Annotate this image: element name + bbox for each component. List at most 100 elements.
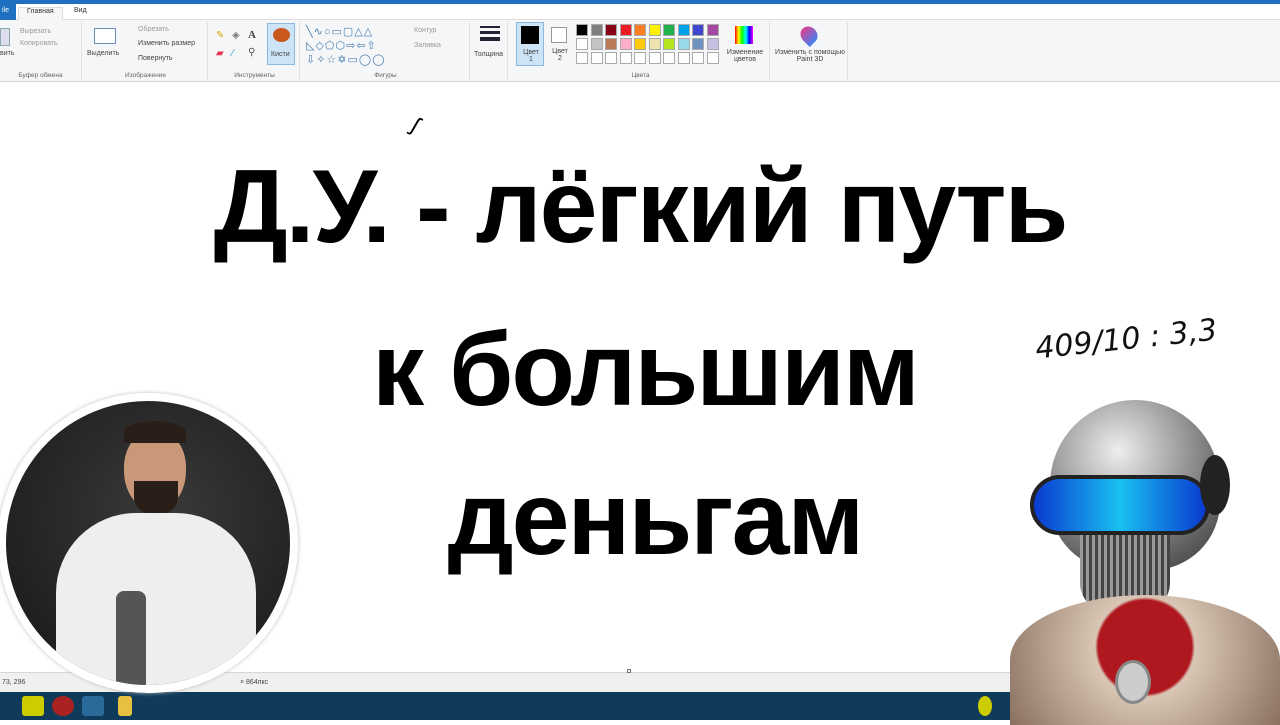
paint3d-label: Изменить с помощью Paint 3D [774, 49, 845, 63]
color2-swatch [551, 27, 567, 43]
resize-handle[interactable] [627, 669, 631, 673]
paint3d-icon [796, 22, 822, 48]
color-swatch[interactable] [619, 38, 632, 50]
crop-button[interactable]: Обрезать [138, 26, 169, 33]
copy-button[interactable]: Копировать [20, 40, 58, 47]
cursor-position: 73, 296 [2, 679, 26, 686]
cut-button[interactable]: Вырезать [20, 28, 51, 35]
robot-goggles [1030, 475, 1210, 535]
color-swatch[interactable] [605, 52, 617, 64]
color-swatch[interactable] [706, 52, 719, 64]
pencil-icon[interactable]: ✎ [216, 30, 224, 41]
size-icon [480, 26, 500, 28]
color-swatch[interactable] [576, 38, 588, 50]
clipboard-label: Буфер обмена [18, 72, 63, 79]
paste-icon [0, 28, 10, 46]
headline-line1: Д.У. - лёгкий путь [213, 149, 1069, 265]
brushes-button[interactable]: Кисти [267, 23, 295, 65]
microphone [116, 591, 146, 685]
shapes-row2-icons[interactable]: ◺◇⬠⬡⇨⇦⇧ [306, 39, 377, 52]
color-swatch[interactable] [648, 52, 661, 64]
edit-colors-icon[interactable] [735, 26, 753, 44]
shapes-row1-icons[interactable]: ╲∿○▭▢△△ [306, 25, 373, 38]
color-picker-icon[interactable]: ⁄ [232, 48, 234, 59]
color2-button[interactable]: Цвет 2 [547, 22, 573, 66]
clipboard-group: вить Вырезать Копировать Буфер обмена [0, 22, 82, 80]
taskbar-folder-icon[interactable] [118, 696, 132, 716]
presenter-beard [134, 481, 178, 515]
tab-file[interactable]: ile [0, 4, 16, 20]
text-icon[interactable]: A [248, 29, 256, 41]
paint3d-button[interactable]: Изменить с помощью Paint 3D [772, 22, 848, 80]
color1-label: Цвет 1 [523, 49, 539, 63]
tools-label: Инструменты [234, 72, 275, 79]
fill-button[interactable]: Заливка [414, 42, 441, 49]
presenter-shirt [56, 513, 256, 685]
eraser-icon[interactable]: ▰ [216, 48, 224, 59]
colors-group: Цвет 1 Цвет 2 Изменение цветов Цвета [512, 22, 770, 80]
size-label: Толщина [474, 51, 503, 58]
color-swatch[interactable] [634, 24, 646, 36]
color-swatch[interactable] [634, 38, 646, 50]
taskbar-app-icon[interactable] [52, 696, 74, 716]
color-swatch[interactable] [677, 38, 690, 50]
resize-button[interactable]: Изменить размер [138, 40, 195, 47]
color-swatch[interactable] [590, 38, 603, 50]
color-swatch[interactable] [605, 38, 617, 50]
color-swatch[interactable] [677, 52, 690, 64]
shapes-group: ╲∿○▭▢△△ ◺◇⬠⬡⇨⇦⇧ ⇩✧☆✡▭◯◯ Контур Заливка Ф… [302, 22, 470, 80]
color-swatch[interactable] [706, 24, 719, 36]
color-swatch[interactable] [619, 52, 632, 64]
color-swatch[interactable] [590, 24, 603, 36]
select-icon [94, 28, 116, 44]
size-icon-line [480, 37, 500, 41]
robot-medal [1115, 660, 1151, 704]
color-swatch[interactable] [634, 52, 646, 64]
color-swatch[interactable] [663, 52, 675, 64]
color-swatch[interactable] [590, 52, 603, 64]
robot-headphone [1200, 455, 1230, 515]
select-button[interactable]: Выделить [87, 50, 119, 57]
color-swatch[interactable] [648, 38, 661, 50]
tray-icon[interactable] [978, 696, 992, 716]
color-swatch[interactable] [692, 52, 704, 64]
color1-button[interactable]: Цвет 1 [516, 22, 544, 66]
robot-fur-coat [1010, 595, 1280, 725]
color-swatch[interactable] [663, 24, 675, 36]
color2-label: Цвет 2 [552, 48, 568, 62]
edit-colors-button[interactable]: Изменение цветов [722, 49, 768, 63]
fill-icon[interactable]: ◈ [232, 30, 240, 41]
brush-icon [273, 28, 290, 42]
taskbar-paint-icon[interactable] [82, 696, 104, 716]
rotate-button[interactable]: Повернуть [138, 55, 173, 62]
ribbon-tabs: ile Главная Вид [0, 4, 1280, 21]
paste-button[interactable]: вить [0, 50, 14, 57]
color-swatch[interactable] [648, 24, 661, 36]
color-swatch[interactable] [692, 24, 704, 36]
outline-button[interactable]: Контур [414, 27, 436, 34]
image-group: Выделить Обрезать Изменить размер Поверн… [84, 22, 208, 80]
color-palette [576, 24, 726, 68]
image-label: Изображение [125, 72, 166, 79]
tab-view[interactable]: Вид [74, 7, 87, 14]
color-swatch[interactable] [576, 52, 588, 64]
taskbar-app-icon[interactable] [22, 696, 44, 716]
tab-home[interactable]: Главная [18, 7, 63, 21]
size-icon-line [480, 31, 500, 34]
robot-illustration [1010, 395, 1280, 725]
shapes-label: Фигуры [374, 72, 397, 79]
magnifier-icon[interactable]: ⚲ [248, 47, 255, 58]
presenter-photo [0, 393, 298, 693]
shapes-row3-icons[interactable]: ⇩✧☆✡▭◯◯ [306, 53, 386, 66]
color-swatch[interactable] [706, 38, 719, 50]
color-swatch[interactable] [692, 38, 704, 50]
color-swatch[interactable] [576, 24, 588, 36]
color-swatch[interactable] [663, 38, 675, 50]
color-swatch[interactable] [619, 24, 632, 36]
size-button[interactable]: Толщина [472, 22, 508, 80]
color-swatch[interactable] [677, 24, 690, 36]
colors-label: Цвета [631, 72, 650, 79]
ribbon: вить Вырезать Копировать Буфер обмена Вы… [0, 20, 1280, 82]
color1-swatch [521, 26, 539, 44]
color-swatch[interactable] [605, 24, 617, 36]
